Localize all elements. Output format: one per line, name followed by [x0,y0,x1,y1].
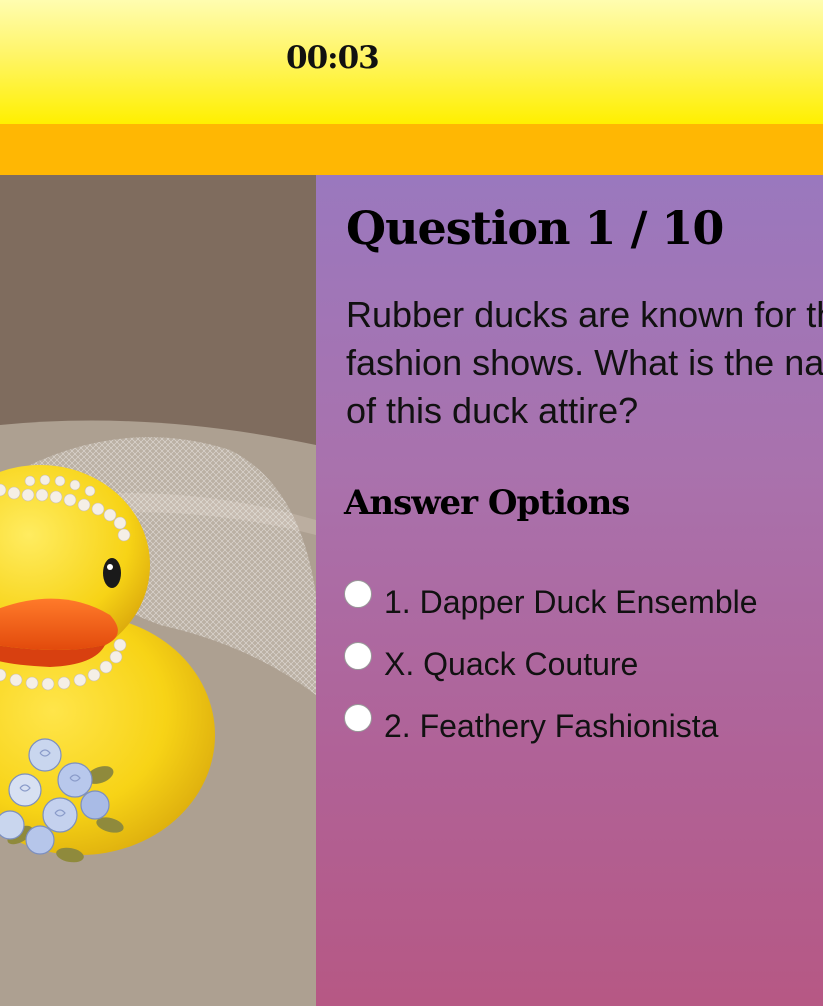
radio-button[interactable] [344,704,372,732]
answer-options-heading: Answer Options [344,483,630,523]
answer-option-label: 2. Feathery Fashionista [384,707,719,744]
timer: 00:03 [286,40,380,76]
quiz-page: 00:03 Question 1 / 10 Rubber ducks are k… [0,0,823,1006]
answer-option-label: X. Quack Couture [384,645,639,682]
answer-options-list: 1. Dapper Duck Ensemble X. Quack Couture… [344,571,758,757]
question-panel: Question 1 / 10 Rubber ducks are known f… [316,175,823,1006]
answer-option-label: 1. Dapper Duck Ensemble [384,583,758,620]
header-band [0,124,823,175]
answer-option-3[interactable]: 2. Feathery Fashionista [344,695,758,757]
timer-bar: 00:03 [0,0,823,124]
question-text: Rubber ducks are known for their fashion… [346,294,823,431]
radio-button[interactable] [344,580,372,608]
answer-option-2[interactable]: X. Quack Couture [344,633,758,695]
rubber-duck-bride-image [0,175,316,1006]
answer-option-1[interactable]: 1. Dapper Duck Ensemble [344,571,758,633]
duck-photo [0,175,316,1006]
question-title: Question 1 / 10 [346,201,724,255]
radio-button[interactable] [344,642,372,670]
